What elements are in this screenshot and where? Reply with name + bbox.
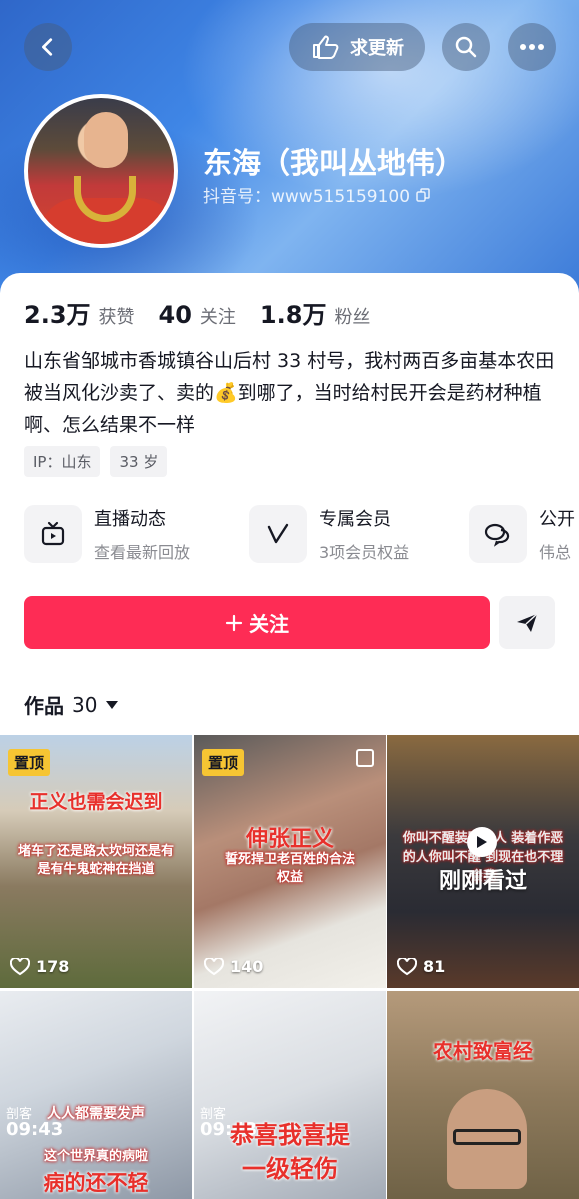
- copy-icon[interactable]: [416, 187, 430, 202]
- stat-followers[interactable]: 1.8万 粉丝: [260, 295, 371, 330]
- heart-icon: [397, 957, 417, 975]
- video-title: 人人都需要发声: [47, 1106, 145, 1122]
- video-subtitle: 誓死捍卫老百姓的合法权益: [224, 852, 355, 885]
- like-count-text: 178: [36, 957, 70, 976]
- like-count: 178: [10, 957, 69, 976]
- video-caption: 一级轻伤: [242, 1155, 338, 1183]
- video-title: 正义也需会迟到: [29, 791, 163, 813]
- profile-tags: IP：山东 33 岁: [24, 446, 168, 477]
- stat-number: 40: [158, 301, 192, 329]
- feature-title: 公开: [539, 509, 575, 530]
- stat-number: 1.8万: [259, 301, 327, 329]
- v-icon: [249, 505, 307, 563]
- stat-label: 获赞: [98, 307, 135, 328]
- tv-icon: [24, 505, 82, 563]
- video-tile[interactable]: 农村致富经: [387, 991, 579, 1199]
- video-subtitle: 这个世界真的病啦: [43, 1149, 148, 1164]
- video-grid: 置顶 正义也需会迟到 堵车了还是路太坎坷还是有是有牛鬼蛇神在挡道 178 置顶 …: [0, 735, 579, 1199]
- caret-down-icon: [106, 700, 119, 709]
- video-tile[interactable]: 剖客 09:43 人人都需要发声 这个世界真的病啦 病的还不轻: [0, 991, 192, 1199]
- more-button[interactable]: [508, 23, 556, 71]
- like-count: 81: [397, 957, 445, 976]
- profile-bio: 山东省邹城市香城镇谷山后村 33 村号，我村两百多亩基本农田被当风化沙卖了、卖的…: [24, 350, 555, 436]
- hand-point-icon: [313, 35, 339, 59]
- multi-image-icon: [356, 749, 374, 767]
- feature-live[interactable]: 直播动态 查看最新回放: [24, 505, 190, 563]
- feature-title: 直播动态: [94, 509, 166, 530]
- video-title: 农村致富经: [433, 1039, 533, 1063]
- works-label: 作品: [24, 694, 64, 718]
- more-dots-icon: [520, 44, 544, 50]
- stat-number: 2.3万: [24, 301, 91, 329]
- douyin-id-text: 抖音号：www515159100: [203, 187, 411, 207]
- play-icon[interactable]: [467, 827, 497, 857]
- video-title: 伸张正义: [245, 827, 334, 852]
- like-count-text: 140: [230, 957, 264, 976]
- request-update-button[interactable]: 求更新: [289, 23, 425, 71]
- feature-row: 直播动态 查看最新回放 专属会员 3项会员权益 公开 伟总: [24, 505, 579, 567]
- feature-membership[interactable]: 专属会员 3项会员权益: [249, 505, 409, 563]
- recently-watched-label: 刚刚看过: [438, 869, 527, 894]
- feature-group[interactable]: 公开 伟总: [469, 505, 575, 563]
- heart-icon: [10, 957, 30, 975]
- video-title: 恭喜我喜提: [230, 1121, 350, 1149]
- chevron-left-icon: [42, 38, 53, 56]
- like-count-text: 81: [423, 957, 446, 976]
- video-tile[interactable]: 剖客 09:43 恭喜我喜提 一级轻伤: [194, 991, 386, 1199]
- ip-tag: IP：山东: [24, 446, 101, 477]
- search-button[interactable]: [442, 23, 490, 71]
- video-subtitle: 堵车了还是路太坎坷还是有是有牛鬼蛇神在挡道: [17, 844, 174, 877]
- douyin-id[interactable]: 抖音号：www515159100: [203, 182, 430, 207]
- profile-stats: 2.3万 获赞 40 关注 1.8万 粉丝: [24, 295, 370, 330]
- follow-button[interactable]: 关注: [24, 596, 490, 649]
- request-update-label: 求更新: [350, 38, 404, 59]
- avatar[interactable]: [24, 94, 178, 248]
- stat-label: 关注: [199, 307, 236, 328]
- plus-icon: [225, 614, 243, 631]
- feature-subtitle: 查看最新回放: [94, 543, 191, 562]
- video-tile[interactable]: 置顶 伸张正义 誓死捍卫老百姓的合法权益 140: [194, 735, 386, 988]
- stat-likes[interactable]: 2.3万 获赞: [24, 295, 135, 330]
- video-tile[interactable]: 你叫不醒装睡的人 装着作恶的人你叫不醒 到现在也不理会我 刚刚看过 81: [387, 735, 579, 988]
- profile-name: 东海（我叫丛地伟）: [203, 146, 465, 180]
- video-tile[interactable]: 置顶 正义也需会迟到 堵车了还是路太坎坷还是有是有牛鬼蛇神在挡道 178: [0, 735, 192, 988]
- like-count: 140: [204, 957, 263, 976]
- stat-following[interactable]: 40 关注: [159, 301, 236, 329]
- feature-subtitle: 3项会员权益: [319, 543, 410, 562]
- send-icon: [517, 612, 538, 632]
- video-caption: 病的还不轻: [43, 1171, 149, 1195]
- send-message-button[interactable]: [499, 596, 555, 649]
- feature-subtitle: 伟总: [539, 543, 572, 562]
- search-icon: [455, 36, 477, 58]
- back-button[interactable]: [24, 23, 72, 71]
- works-tab[interactable]: 作品 30: [24, 690, 119, 719]
- stat-label: 粉丝: [334, 307, 371, 328]
- pinned-badge: 置顶: [8, 749, 51, 776]
- works-count: 30: [72, 692, 98, 717]
- glasses-shape: [453, 1129, 521, 1145]
- age-tag: 33 岁: [110, 446, 168, 477]
- pinned-badge: 置顶: [202, 749, 245, 776]
- heart-icon: [204, 957, 224, 975]
- feature-title: 专属会员: [319, 509, 391, 530]
- follow-label: 关注: [249, 612, 289, 636]
- chat-icon: [469, 505, 527, 563]
- profile-card: 2.3万 获赞 40 关注 1.8万 粉丝 山东省邹城市香城镇谷山后村 33 村…: [0, 273, 579, 1199]
